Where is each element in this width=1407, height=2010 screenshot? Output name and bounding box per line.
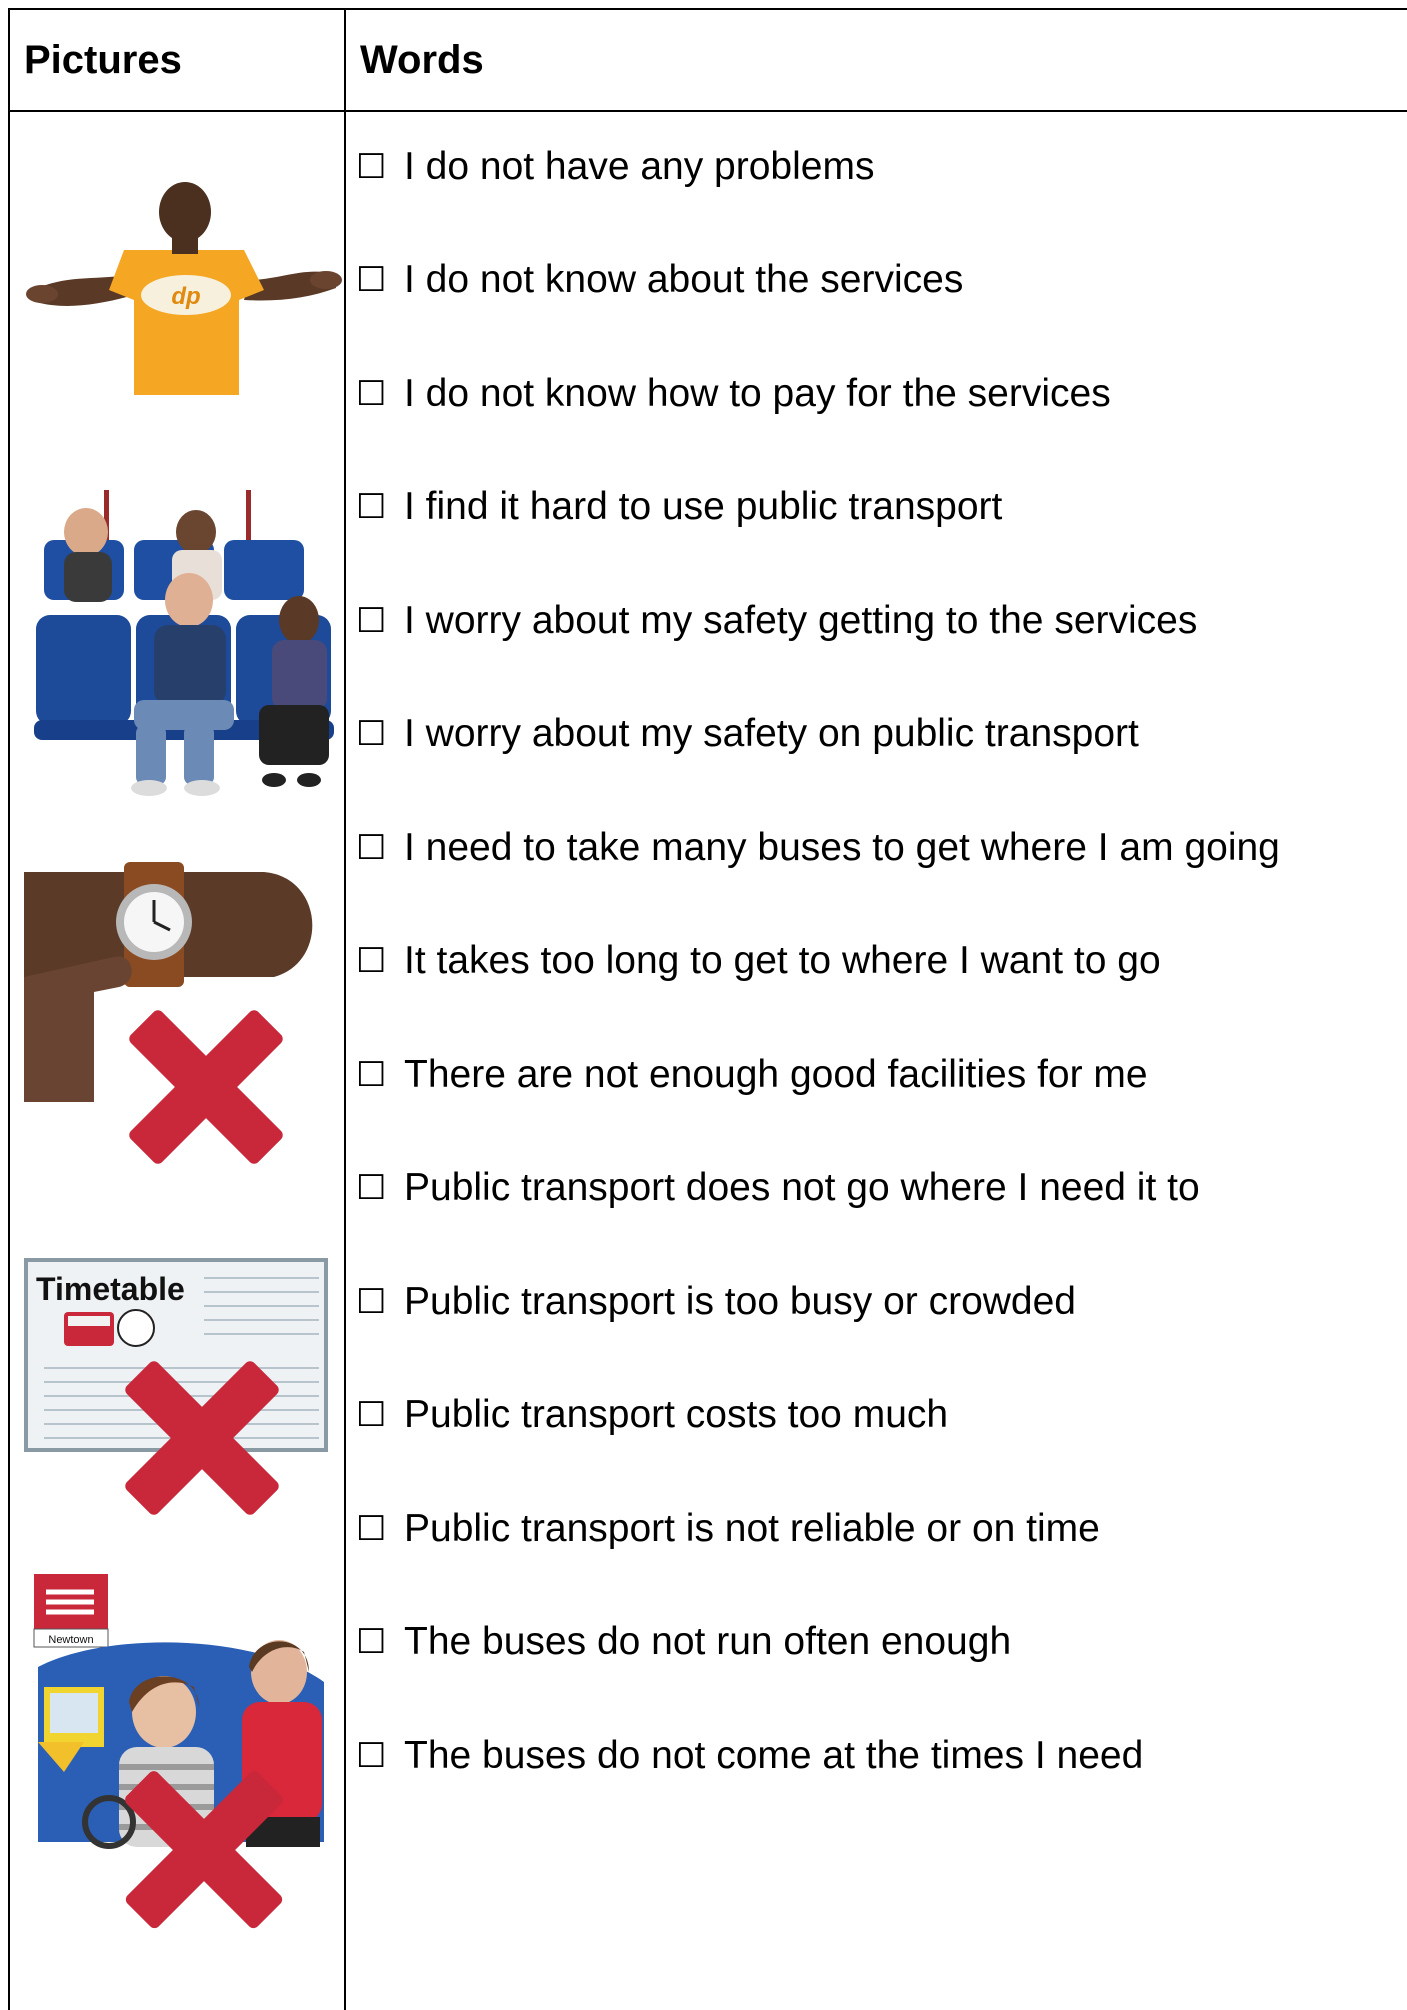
option-item[interactable]: ☐ The buses do not run often enough: [356, 1612, 1011, 1672]
option-label: It takes too long to get to where I want…: [404, 939, 1161, 982]
checkbox-icon[interactable]: ☐: [356, 260, 396, 300]
header-pictures: Pictures: [24, 37, 182, 82]
wristwatch-picture: [24, 862, 313, 1164]
option-label: I do not have any problems: [404, 145, 875, 188]
checkbox-icon[interactable]: ☐: [356, 147, 396, 187]
checkbox-icon[interactable]: ☐: [356, 714, 396, 754]
station-sign-label: Newtown: [48, 1634, 93, 1646]
checkbox-icon[interactable]: ☐: [356, 1168, 396, 1208]
option-item[interactable]: ☐ I find it hard to use public transport: [356, 477, 1002, 537]
seated-passengers-picture: [34, 490, 334, 796]
checkbox-icon[interactable]: ☐: [356, 1395, 396, 1435]
option-item[interactable]: ☐ I do not have any problems: [356, 137, 874, 197]
option-item[interactable]: ☐ I do not know about the services: [356, 250, 963, 310]
option-label: Public transport does not go where I nee…: [404, 1166, 1200, 1209]
timetable-label: Timetable: [36, 1271, 185, 1307]
option-label: Public transport is too busy or crowded: [404, 1280, 1076, 1323]
header-divider: [10, 110, 1407, 112]
checkbox-icon[interactable]: ☐: [356, 1509, 396, 1549]
option-label: Public transport is not reliable or on t…: [404, 1507, 1100, 1550]
option-label: I worry about my safety getting to the s…: [404, 599, 1198, 642]
column-divider: [344, 10, 346, 2010]
option-item[interactable]: ☐ Public transport costs too much: [356, 1385, 948, 1445]
shrugging-man-picture: dp: [26, 182, 342, 395]
option-label: I do not know about the services: [404, 258, 964, 301]
checklist-table: Pictures Words dp Timetable Newtown ☐ I …: [8, 8, 1407, 2010]
option-label: There are not enough good facilities for…: [404, 1053, 1148, 1096]
option-label: I worry about my safety on public transp…: [404, 712, 1139, 755]
option-label: The buses do not run often enough: [404, 1620, 1012, 1663]
checkbox-icon[interactable]: ☐: [356, 1622, 396, 1662]
checkbox-icon[interactable]: ☐: [356, 601, 396, 641]
checkbox-icon[interactable]: ☐: [356, 828, 396, 868]
option-label: I do not know how to pay for the service…: [404, 372, 1111, 415]
no-cross-icon: [129, 1010, 283, 1164]
option-item[interactable]: ☐ The buses do not come at the times I ne…: [356, 1726, 1143, 1786]
shirt-logo: dp: [171, 283, 200, 310]
option-label: I find it hard to use public transport: [404, 485, 1003, 528]
checkbox-icon[interactable]: ☐: [356, 1736, 396, 1776]
timetable-picture: Timetable: [24, 1258, 328, 1515]
option-item[interactable]: ☐ I do not know how to pay for the servic…: [356, 364, 1111, 424]
option-label: The buses do not come at the times I nee…: [404, 1734, 1144, 1777]
option-item[interactable]: ☐ There are not enough good facilities fo…: [356, 1045, 1148, 1105]
checkbox-icon[interactable]: ☐: [356, 374, 396, 414]
option-item[interactable]: ☐ Public transport is not reliable or on …: [356, 1499, 1100, 1559]
option-item[interactable]: ☐ I need to take many buses to get where …: [356, 818, 1280, 878]
option-item[interactable]: ☐ Public transport is too busy or crowded: [356, 1272, 1076, 1332]
option-item[interactable]: ☐ Public transport does not go where I ne…: [356, 1158, 1200, 1218]
checkbox-icon[interactable]: ☐: [356, 941, 396, 981]
checkbox-icon[interactable]: ☐: [356, 1055, 396, 1095]
checkbox-icon[interactable]: ☐: [356, 1282, 396, 1322]
station-picture: Newtown: [33, 1574, 324, 1929]
option-label: I need to take many buses to get where I…: [404, 826, 1280, 869]
option-item[interactable]: ☐ I worry about my safety getting to the …: [356, 591, 1197, 651]
option-item[interactable]: ☐ I worry about my safety on public trans…: [356, 704, 1139, 764]
option-item[interactable]: ☐ It takes too long to get to where I wan…: [356, 931, 1161, 991]
option-label: Public transport costs too much: [404, 1393, 949, 1436]
checkbox-icon[interactable]: ☐: [356, 487, 396, 527]
header-words: Words: [360, 37, 484, 82]
